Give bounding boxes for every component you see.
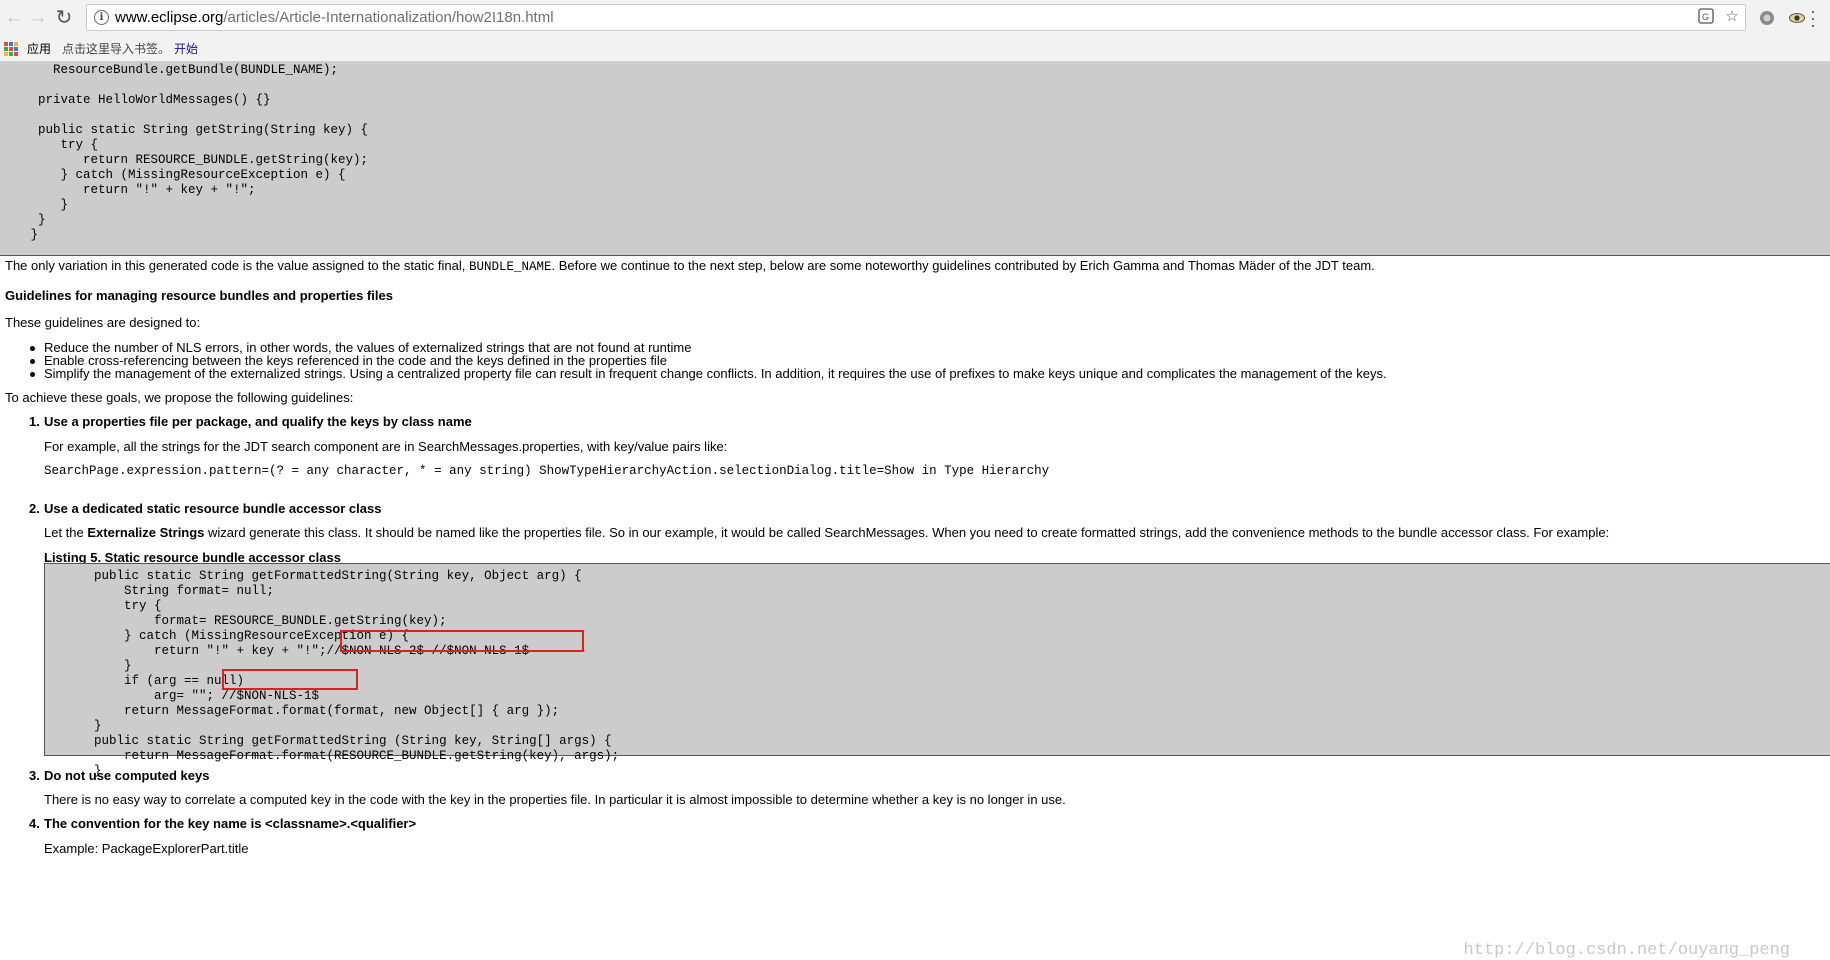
- url-path: /articles/Article-Internationalization/h…: [223, 9, 554, 26]
- import-bookmarks-text: 点击这里导入书签。: [62, 42, 171, 56]
- code-block-listing5: public static String getFormattedString(…: [44, 563, 1830, 778]
- achieve-text: To achieve these goals, we propose the f…: [5, 390, 354, 405]
- item2-title: Use a dedicated static resource bundle a…: [44, 501, 382, 516]
- info-icon[interactable]: i: [94, 10, 109, 25]
- star-icon[interactable]: ☆: [1723, 8, 1741, 26]
- bundle-name-code: BUNDLE_NAME: [468, 260, 552, 274]
- url-host: www.eclipse.org: [115, 9, 224, 26]
- start-link[interactable]: 开始: [174, 37, 198, 61]
- code-block-top: ResourceBundle.getBundle(BUNDLE_NAME); p…: [0, 62, 1830, 256]
- designed-intro: These guidelines are designed to:: [5, 315, 201, 330]
- item1-code: SearchPage.expression.pattern=(? = any c…: [44, 464, 1050, 478]
- back-icon[interactable]: ←: [2, 4, 26, 32]
- item-number: 4.: [29, 816, 40, 831]
- bullet-icon: [30, 359, 35, 364]
- variation-paragraph: The only variation in this generated cod…: [5, 258, 1375, 275]
- menu-icon[interactable]: · · ·: [1810, 2, 1816, 34]
- apps-label[interactable]: 应用: [27, 37, 51, 61]
- item1-text: For example, all the strings for the JDT…: [44, 439, 728, 454]
- top-code: ResourceBundle.getBundle(BUNDLE_NAME); p…: [30, 63, 369, 242]
- svg-text:G: G: [1702, 12, 1709, 22]
- item-number: 1.: [29, 414, 40, 429]
- item-number: 3.: [29, 768, 40, 783]
- bullet-icon: [30, 372, 35, 377]
- bullet-icon: [30, 346, 35, 351]
- reload-icon[interactable]: ↻: [52, 4, 76, 32]
- variation-text-1: The only variation in this generated cod…: [5, 258, 469, 273]
- forward-icon[interactable]: →: [26, 4, 50, 32]
- watermark: http://blog.csdn.net/ouyang_peng: [1463, 941, 1790, 960]
- goal-item: Simplify the management of the externali…: [44, 366, 1387, 381]
- item2-text-1: Let the: [44, 525, 88, 540]
- apps-icon[interactable]: [4, 42, 18, 56]
- page-content: ResourceBundle.getBundle(BUNDLE_NAME); p…: [0, 62, 1830, 960]
- item2-text-2: wizard generate this class. It should be…: [204, 525, 1610, 540]
- item2-text: Let the Externalize Strings wizard gener…: [44, 525, 1609, 540]
- item4-text: Example: PackageExplorerPart.title: [44, 841, 249, 856]
- address-bar[interactable]: i www.eclipse.org/articles/Article-Inter…: [86, 4, 1746, 31]
- variation-text-2: . Before we continue to the next step, b…: [551, 258, 1375, 273]
- highlight-box: [340, 630, 584, 652]
- url-text[interactable]: www.eclipse.org/articles/Article-Interna…: [115, 5, 554, 30]
- bookmarks-bar: 应用 点击这里导入书签。 开始: [0, 37, 1830, 62]
- item3-text: There is no easy way to correlate a comp…: [44, 792, 1066, 807]
- highlight-box: [222, 669, 358, 690]
- item3-title: Do not use computed keys: [44, 768, 210, 783]
- item-number: 2.: [29, 501, 40, 516]
- item4-title: The convention for the key name is <clas…: [44, 816, 417, 831]
- eye-icon[interactable]: [1788, 9, 1806, 27]
- guidelines-heading: Guidelines for managing resource bundles…: [5, 288, 393, 303]
- browser-toolbar: ← → ↻ i www.eclipse.org/articles/Article…: [0, 0, 1830, 37]
- translate-icon[interactable]: G: [1697, 8, 1715, 26]
- item2-text-bold: Externalize Strings: [87, 525, 205, 540]
- item1-title: Use a properties file per package, and q…: [44, 414, 472, 429]
- extension-icon[interactable]: [1758, 9, 1776, 27]
